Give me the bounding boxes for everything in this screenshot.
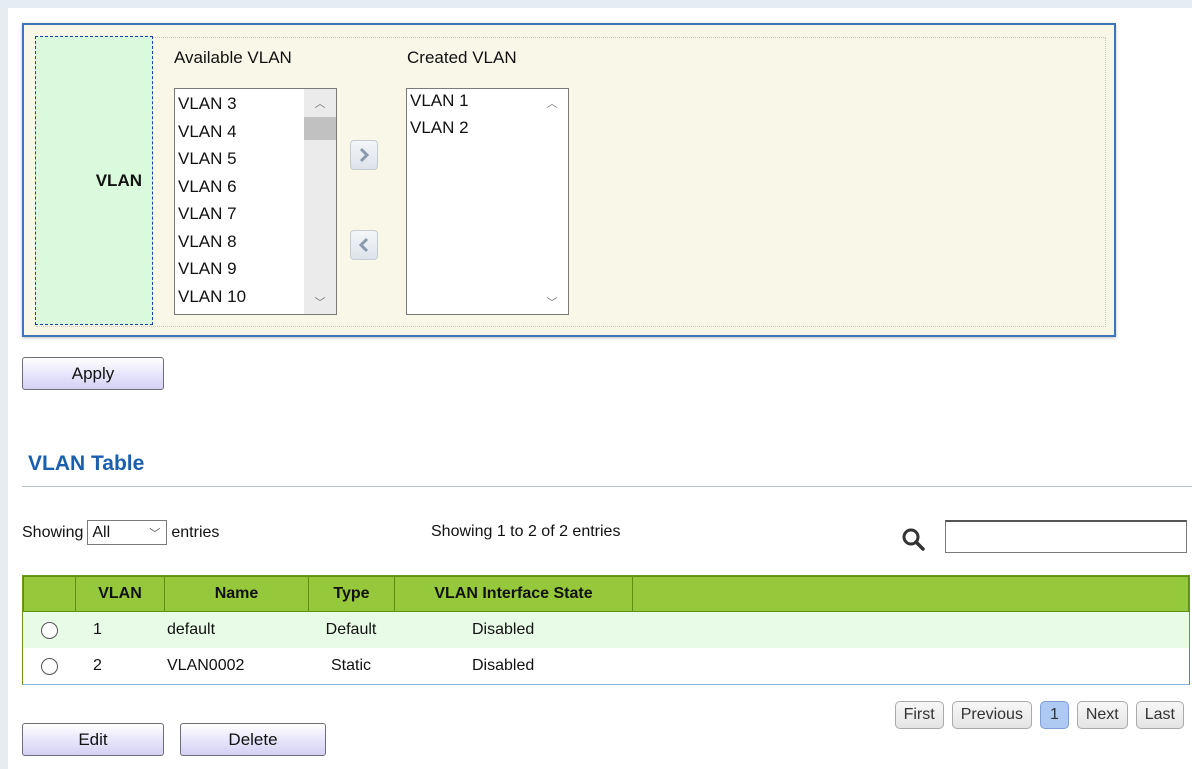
main-content: VLAN Available VLAN Created VLAN VLAN 3 …: [8, 8, 1192, 769]
showing-suffix: entries: [171, 523, 220, 541]
vlan-table: VLAN Name Type VLAN Interface State 1 de…: [22, 575, 1190, 685]
vlan-type-cell: Default: [325, 621, 377, 638]
table-row[interactable]: 2 VLAN0002 Static Disabled: [23, 648, 1189, 684]
vlan-selection-panel: VLAN Available VLAN Created VLAN VLAN 3 …: [22, 23, 1116, 337]
chevron-left-icon: [358, 237, 369, 253]
vlan-type-cell: Static: [330, 657, 371, 674]
row-select-radio[interactable]: [40, 657, 58, 675]
available-vlan-item[interactable]: VLAN 10: [178, 283, 246, 311]
row-select-radio[interactable]: [40, 621, 58, 639]
row-radio-cell[interactable]: [23, 648, 75, 684]
page-background: VLAN Available VLAN Created VLAN VLAN 3 …: [0, 0, 1192, 769]
table-header: VLAN Name Type VLAN Interface State: [23, 576, 1189, 612]
column-header-interface-state[interactable]: VLAN Interface State: [395, 577, 633, 611]
first-page-button[interactable]: First: [894, 701, 944, 729]
search-icon: [902, 528, 925, 551]
last-page-button[interactable]: Last: [1135, 701, 1184, 729]
available-vlan-item[interactable]: VLAN 7: [178, 200, 246, 228]
scroll-down-icon[interactable]: ﹀: [312, 294, 328, 309]
scroll-down-icon[interactable]: ﹀: [544, 294, 560, 309]
apply-button[interactable]: Apply: [22, 357, 164, 390]
column-header-name[interactable]: Name: [165, 577, 309, 611]
vlan-id-cell: 2: [93, 657, 102, 674]
edit-button[interactable]: Edit: [22, 723, 164, 756]
available-vlan-item[interactable]: VLAN 4: [178, 118, 246, 146]
move-to-available-button[interactable]: [350, 230, 378, 260]
available-vlan-item[interactable]: VLAN 5: [178, 145, 246, 173]
available-vlan-listbox[interactable]: VLAN 3 VLAN 4 VLAN 5 VLAN 6 VLAN 7 VLAN …: [174, 88, 337, 315]
created-vlan-listbox[interactable]: VLAN 1 VLAN 2 ︿ ﹀: [406, 88, 569, 315]
vlan-name-cell: VLAN0002: [167, 657, 245, 674]
delete-button[interactable]: Delete: [180, 723, 326, 756]
entries-summary: Showing 1 to 2 of 2 entries: [431, 523, 621, 540]
row-radio-cell[interactable]: [23, 612, 75, 648]
page-size-value: All: [92, 523, 111, 541]
section-divider: [22, 486, 1192, 487]
column-header-vlan[interactable]: VLAN: [76, 577, 165, 611]
created-vlan-title: Created VLAN: [407, 48, 517, 67]
available-vlan-item[interactable]: VLAN 6: [178, 173, 246, 201]
vlan-id-cell: 1: [93, 621, 102, 638]
chevron-down-icon: ﹀: [149, 527, 161, 540]
chevron-right-icon: [359, 147, 370, 163]
scroll-up-icon[interactable]: ︿: [544, 95, 560, 110]
available-list-scrollbar[interactable]: ︿ ﹀: [304, 89, 336, 314]
page-size-select[interactable]: All ﹀: [87, 520, 168, 545]
created-vlan-item[interactable]: VLAN 1: [410, 90, 469, 117]
vlan-row-label: VLAN: [35, 36, 153, 325]
available-vlan-title: Available VLAN: [174, 48, 292, 67]
column-header-filler: [633, 577, 1188, 611]
vlan-state-cell: Disabled: [472, 621, 535, 638]
created-vlan-item[interactable]: VLAN 2: [410, 117, 469, 144]
available-vlan-item[interactable]: VLAN 3: [178, 90, 246, 118]
scroll-thumb[interactable]: [304, 117, 336, 140]
next-page-button[interactable]: Next: [1076, 701, 1128, 729]
previous-page-button[interactable]: Previous: [951, 701, 1032, 729]
column-header-select: [24, 577, 76, 611]
search-input[interactable]: [945, 520, 1187, 553]
pagination: First Previous 1 Next Last: [894, 701, 1184, 729]
move-to-created-button[interactable]: [350, 140, 378, 170]
column-header-type[interactable]: Type: [309, 577, 395, 611]
available-vlan-item[interactable]: VLAN 8: [178, 228, 246, 256]
vlan-state-cell: Disabled: [472, 657, 535, 674]
table-row[interactable]: 1 default Default Disabled: [23, 612, 1189, 648]
available-vlan-item[interactable]: VLAN 9: [178, 255, 246, 283]
created-list-scrollbar[interactable]: ︿ ﹀: [536, 89, 568, 314]
scroll-up-icon[interactable]: ︿: [312, 95, 328, 110]
vlan-name-cell: default: [167, 621, 216, 638]
page-size-control: Showing All ﹀ entries: [22, 520, 219, 545]
current-page-button[interactable]: 1: [1039, 701, 1069, 729]
vlan-table-title: VLAN Table: [28, 452, 145, 475]
showing-prefix: Showing: [22, 523, 84, 541]
